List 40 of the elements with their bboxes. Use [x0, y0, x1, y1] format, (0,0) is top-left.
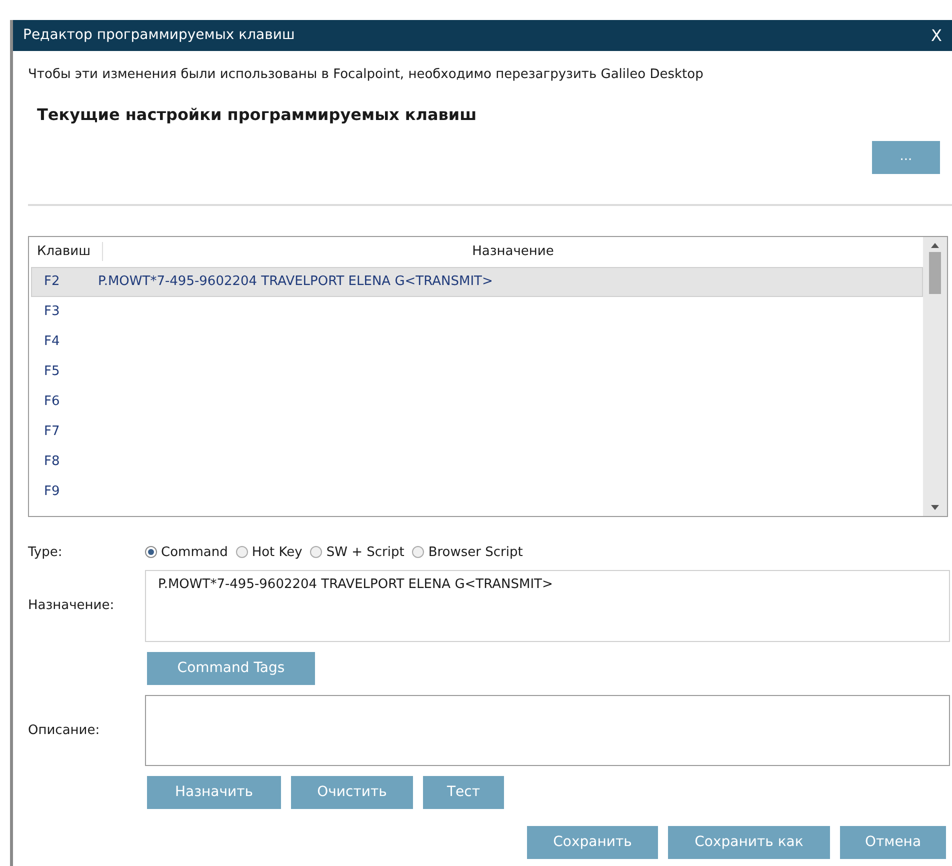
key-cell-text: F7 [43, 422, 61, 441]
radio-button[interactable] [236, 546, 248, 558]
assignment-cell-text: P.MOWT*7-495-9602204 TRAVELPORT ELENA G<TRANSMIT> [98, 272, 493, 291]
table-row[interactable]: F9 [31, 476, 923, 506]
column-header[interactable]: Назначение [103, 242, 923, 262]
radio-label[interactable]: SW + Script [326, 542, 404, 562]
radio-button[interactable] [310, 546, 322, 558]
key-cell-text: F3 [43, 302, 61, 321]
description-label: Описание: [28, 722, 101, 740]
key-cell-text: F9 [43, 482, 61, 501]
key-cell-text: F4 [43, 332, 61, 351]
table-row[interactable]: F5 [31, 356, 923, 386]
radio-label[interactable]: Command [161, 542, 228, 562]
close-button[interactable]: X [931, 24, 942, 48]
key-cell-text: F5 [43, 362, 61, 381]
key-cell-text: F2 [43, 272, 61, 291]
scroll-thumb[interactable] [929, 252, 941, 294]
key-cell-text: F8 [43, 452, 61, 471]
assignment-label: Назначение: [28, 597, 116, 616]
scroll-down-icon[interactable] [931, 504, 939, 510]
notice-text: Чтобы эти изменения были использованы в Focalpoint, необходимо перезагрузить Galileo Desktop [28, 66, 704, 84]
table-row[interactable]: F8 [31, 446, 923, 476]
scroll-up-icon[interactable] [931, 242, 939, 248]
table-row[interactable]: F7 [31, 416, 923, 446]
table-row[interactable]: F6 [31, 386, 923, 416]
table-row[interactable]: F3 [31, 296, 923, 326]
scrollbar[interactable] [923, 236, 947, 516]
section-heading: Текущие настройки программируемых клавиш [37, 104, 478, 126]
table-row[interactable]: F2 P.MOWT*7-495-9602204 TRAVELPORT ELENA G<TRANSMIT> [31, 266, 923, 296]
radio-button[interactable] [145, 546, 157, 558]
window-title: Редактор программируемых клавиш [23, 26, 295, 45]
table-row[interactable]: F4 [31, 326, 923, 356]
assignment-field[interactable]: P.MOWT*7-495-9602204 TRAVELPORT ELENA G<TRANSMIT> [145, 570, 950, 642]
column-header[interactable]: Клавиш [31, 242, 103, 262]
radio-label[interactable]: Hot Key [252, 542, 302, 562]
type-label: Type: [28, 544, 64, 562]
radio-button[interactable] [412, 546, 424, 558]
key-cell-text: F6 [43, 392, 61, 411]
radio-label[interactable]: Browser Script [428, 542, 523, 562]
description-field[interactable] [145, 695, 950, 766]
